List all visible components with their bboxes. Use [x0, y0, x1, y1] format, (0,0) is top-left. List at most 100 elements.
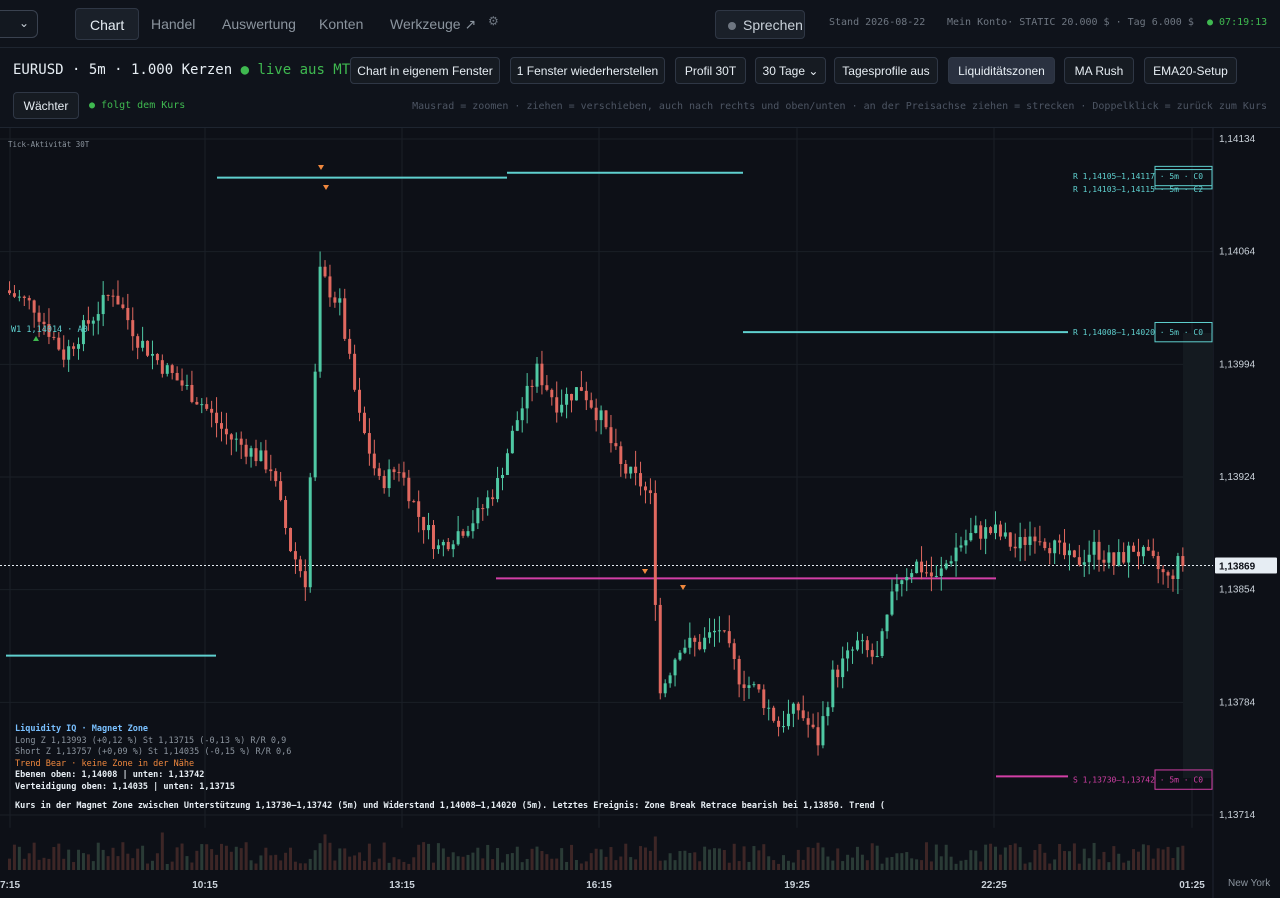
candle-body [338, 298, 342, 303]
volume-bar [1107, 862, 1111, 870]
volume-bar [249, 860, 253, 870]
candle-body [1156, 556, 1160, 570]
volume-bar [984, 844, 988, 870]
volume-bar [165, 863, 169, 870]
candle-body [215, 412, 219, 424]
candle-body [880, 631, 884, 656]
candle-body [481, 508, 485, 510]
candle-body [505, 453, 509, 476]
candle-body [742, 684, 746, 688]
candle-body [239, 438, 243, 445]
candle-body [772, 707, 776, 721]
candle-body [126, 307, 130, 321]
volume-bar [703, 846, 707, 870]
tab-auswertung[interactable]: Auswertung [208, 8, 310, 40]
candle-body [1151, 550, 1155, 557]
volume-bar [328, 842, 332, 870]
candle-body [1023, 537, 1027, 545]
speak-button[interactable]: Sprechen [715, 10, 805, 39]
candle-body [471, 523, 475, 532]
candle-body [96, 314, 100, 321]
ma-rush-button[interactable]: MA Rush [1064, 57, 1134, 84]
volume-bar [954, 863, 958, 870]
volume-bar [525, 858, 529, 870]
volume-bar [796, 849, 800, 870]
volume-bar [1117, 853, 1121, 870]
tab-handel[interactable]: Handel [137, 8, 209, 40]
candle-body [875, 655, 879, 657]
volume-bar [407, 863, 411, 870]
candle-body [343, 298, 347, 339]
volume-bar [353, 855, 357, 870]
volume-bar [732, 843, 736, 870]
candle-body [1117, 552, 1121, 566]
tab-chart[interactable]: Chart [75, 8, 140, 40]
settings-icon[interactable]: ⚙ [488, 14, 499, 28]
panel-long: Long Z 1,13993 (+0,12 %) St 1,13715 (-0,… [15, 735, 287, 746]
volume-bar [570, 844, 574, 870]
candle-body [353, 353, 357, 390]
volume-bar [1018, 847, 1022, 870]
volume-bar [402, 861, 406, 870]
volume-bar [229, 851, 233, 870]
candle-body [796, 703, 800, 711]
days-select[interactable]: 30 Tage ⌄ [755, 57, 826, 84]
volume-bar [589, 853, 593, 870]
candle-body [328, 276, 332, 298]
ema20-setup-button[interactable]: EMA20-Setup [1144, 57, 1237, 84]
volume-bar [663, 860, 667, 870]
volume-bar [910, 858, 914, 870]
volume-bar [555, 858, 559, 870]
candle-body [530, 385, 534, 387]
volume-bar [318, 843, 322, 870]
candle-body [1181, 556, 1185, 566]
volume-bar [653, 836, 657, 870]
candle-body [811, 724, 815, 728]
liquidity-zones-button[interactable]: Liquiditätszonen [948, 57, 1055, 84]
candle-body [72, 346, 76, 349]
candle-body [831, 669, 835, 708]
candle-body [954, 547, 958, 562]
volume-bar [259, 855, 263, 870]
candle-body [806, 718, 810, 725]
candle-body [1008, 532, 1012, 547]
price-tick-label: 1,14134 [1219, 134, 1256, 145]
volume-bar [550, 858, 554, 870]
candle-body [634, 466, 638, 474]
volume-bar [481, 858, 485, 870]
account-info: Mein Konto· STATIC 20.000 $ · Tag 6.000 … [947, 17, 1194, 28]
candle-body [1053, 540, 1057, 554]
tab-konten[interactable]: Konten [305, 8, 377, 40]
candle-body [525, 385, 529, 409]
volume-bar [1181, 845, 1185, 870]
restore-window-button[interactable]: 1 Fenster wiederherstellen [510, 57, 665, 84]
candle-body [698, 641, 702, 650]
volume-bar [693, 852, 697, 870]
tick-activity-label: Tick-Aktivität 30T [8, 140, 90, 149]
volume-bar [205, 844, 209, 870]
volume-bar [998, 854, 1002, 870]
volume-bar [1141, 844, 1145, 870]
account-select[interactable]: ⌄ [0, 10, 38, 38]
volume-bar [338, 848, 342, 870]
chart-window-button[interactable]: Chart in eigenem Fenster [350, 57, 500, 84]
day-profiles-button[interactable]: Tagesprofile aus [834, 57, 938, 84]
candle-body [131, 320, 135, 337]
candle-body [895, 584, 899, 592]
volume-bar [461, 856, 465, 870]
volume-bar [688, 852, 692, 870]
volume-bar [722, 849, 726, 870]
candle-body [1112, 552, 1116, 566]
volume-bar [880, 863, 884, 870]
candle-body [121, 304, 125, 308]
volume-bar [1156, 848, 1160, 870]
volume-bar [62, 858, 66, 870]
volume-bar [224, 845, 228, 870]
chevron-down-icon: ⌄ [808, 64, 819, 78]
tab-werkzeuge[interactable]: Werkzeuge ↗ [376, 8, 490, 40]
profile-30t-button[interactable]: Profil 30T [675, 57, 746, 84]
zone-label-r2: R 1,14103–1,14115 · 5m · C2 [1073, 185, 1203, 194]
volume-bar [929, 861, 933, 870]
watcher-button[interactable]: Wächter [13, 92, 79, 119]
volume-bar [1146, 845, 1150, 870]
